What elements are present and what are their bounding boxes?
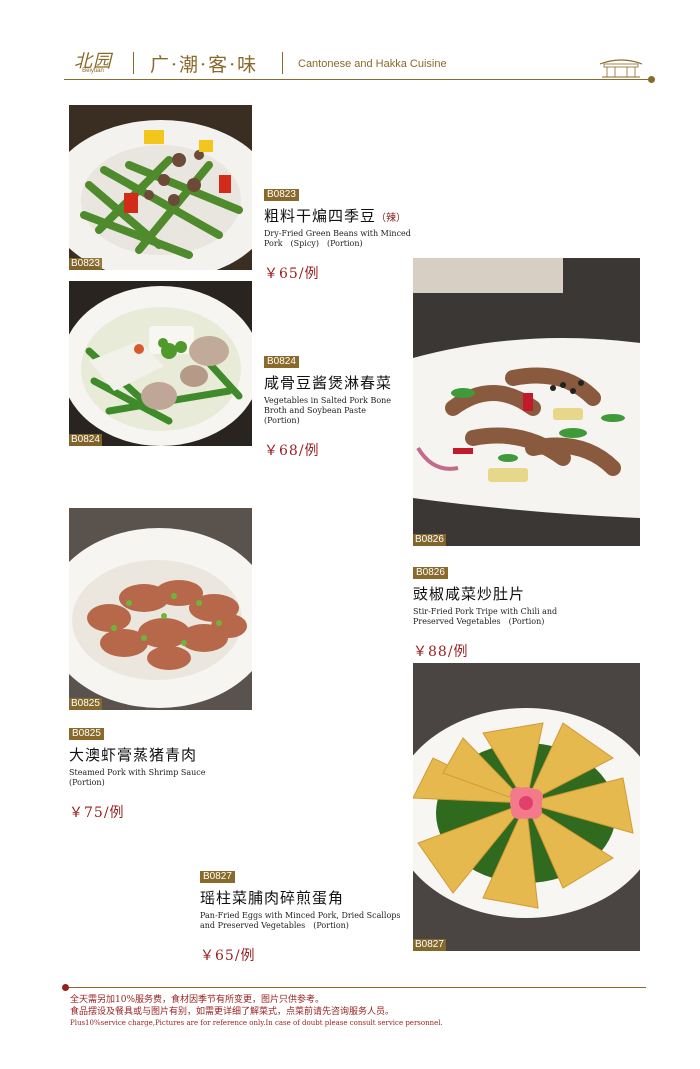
page-title-en: Cantonese and Hakka Cuisine [298,58,447,70]
footer-note-line2: 食品摆设及餐具或与图片有别，如需更详细了解菜式，点菜前请先咨询服务人员。 [70,1007,395,1017]
dish-price: ￥75/例 [69,805,125,821]
photo-code-label: B0826 [413,534,446,546]
logo-subtext: Beiyuan [82,68,104,74]
dish-photo-b0823: B0823 [69,105,252,270]
dish-code: B0827 [200,871,235,883]
dish-photo-b0826: B0826 [413,258,640,546]
dish-info-b0826: B0826 豉椒咸菜炒肚片 Stir-Fried Pork Tripe with… [413,560,593,661]
dish-code: B0824 [264,356,299,368]
header-rule-dot [648,76,655,83]
photo-code-label: B0823 [69,258,102,270]
dish-price: ￥65/例 [200,948,256,964]
dish-code: B0823 [264,189,299,201]
footer-rule [66,987,646,988]
dish-name-en: Pan-Fried Eggs with Minced Pork, Dried S… [200,911,401,930]
dish-name-cn: 咸骨豆酱煲淋春菜 [264,374,393,392]
dish-name-en: Dry-Fried Green Beans with Minced Pork (… [264,229,411,248]
dish-name-cn-text: 粗料干煸四季豆 [264,207,377,225]
dish-code: B0826 [413,567,448,579]
dish-info-b0824: B0824 咸骨豆酱煲淋春菜 Vegetables in Salted Pork… [264,349,414,460]
header-rule [64,79,652,80]
dish-name-en: Steamed Pork with Shrimp Sauce (Portion) [69,768,214,787]
dish-name-cn: 豉椒咸菜炒肚片 [413,585,526,603]
dish-name-cn: 大澳虾膏蒸猪青肉 [69,746,198,764]
spicy-marker: （辣） [376,213,407,224]
dish-name-cn: 粗料干煸四季豆（辣） [264,205,414,226]
dish-name-en: Vegetables in Salted Pork Bone Broth and… [264,396,392,425]
pavilion-icon [599,59,643,78]
restaurant-logo: 北园 Beiyuan [64,47,122,77]
footer-note-line1: 全天需另加10%服务费，食材因季节有所变更，图片只供参考。 [70,995,325,1005]
dish-photo-b0825: B0825 [69,508,252,710]
dish-info-b0827: B0827 瑶柱菜脯肉碎煎蛋角 Pan-Fried Eggs with Minc… [200,864,410,965]
page-title-cn: 广·潮·客·味 [150,54,259,76]
photo-code-label: B0825 [69,698,102,710]
footer-note-en: Plus10%service charge,Pictures are for r… [70,1019,443,1027]
dish-photo-b0827: B0827 [413,663,640,951]
header-divider [133,52,134,74]
dish-name-en: Stir-Fried Pork Tripe with Chili and Pre… [413,607,558,626]
dish-code: B0825 [69,728,104,740]
dish-photo-b0824: B0824 [69,281,252,446]
photo-code-label: B0827 [413,939,446,951]
dish-name-cn: 瑶柱菜脯肉碎煎蛋角 [200,889,345,907]
dish-info-b0823: B0823 粗料干煸四季豆（辣） Dry-Fried Green Beans w… [264,182,414,283]
dish-info-b0825: B0825 大澳虾膏蒸猪青肉 Steamed Pork with Shrimp … [69,721,249,822]
header-divider [282,52,283,74]
dish-price: ￥68/例 [264,443,320,459]
photo-code-label: B0824 [69,434,102,446]
dish-price: ￥65/例 [264,266,320,282]
footer-rule-dot [62,984,69,991]
dish-price: ￥88/例 [413,644,469,660]
